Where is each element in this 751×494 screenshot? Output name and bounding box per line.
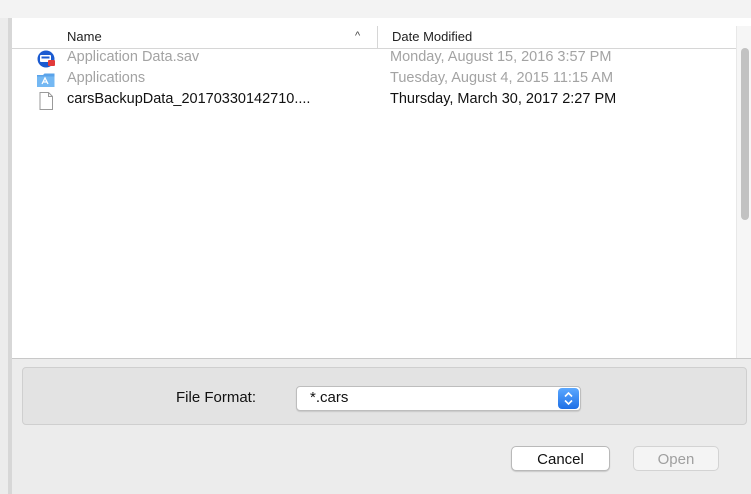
file-date: Tuesday, August 4, 2015 11:15 AM [390,70,614,86]
name-column-header[interactable]: Name ^ [12,26,378,48]
column-header: Name ^ Date Modified [12,26,736,49]
file-format-label: File Format: [176,389,257,406]
file-browser[interactable]: Name ^ Date Modified Application Data.sa… [12,18,751,359]
sort-ascending-icon[interactable]: ^ [355,30,360,42]
file-row-cars-backup[interactable]: carsBackupData_20170330142710.... Thursd… [12,90,736,111]
app-data-icon [37,50,55,68]
file-date: Monday, August 15, 2016 3:57 PM [390,49,612,65]
file-name: Application Data.sav [67,49,200,65]
file-name: Applications [67,70,146,86]
file-format-value: *.cars [310,389,349,406]
file-format-bar: File Format: *.cars [22,367,747,425]
open-file-dialog: Name ^ Date Modified Application Data.sa… [0,0,751,494]
cancel-button[interactable]: Cancel [511,446,610,471]
file-row-applications: Applications Tuesday, August 4, 2015 11:… [12,69,736,90]
applications-folder-icon [37,73,55,87]
name-column-label: Name [67,29,102,44]
document-icon [39,92,53,110]
scrollbar-thumb[interactable] [741,48,749,220]
vertical-scrollbar[interactable] [736,26,751,358]
file-date: Thursday, March 30, 2017 2:27 PM [390,91,617,107]
open-button[interactable]: Open [633,446,719,471]
file-name: carsBackupData_20170330142710.... [67,91,311,107]
file-row-application-data: Application Data.sav Monday, August 15, … [12,48,736,69]
date-modified-column-header[interactable]: Date Modified [392,29,472,44]
file-format-select[interactable]: *.cars [296,386,581,411]
dialog-top-edge [0,0,751,18]
up-down-chevron-icon[interactable] [558,388,579,409]
